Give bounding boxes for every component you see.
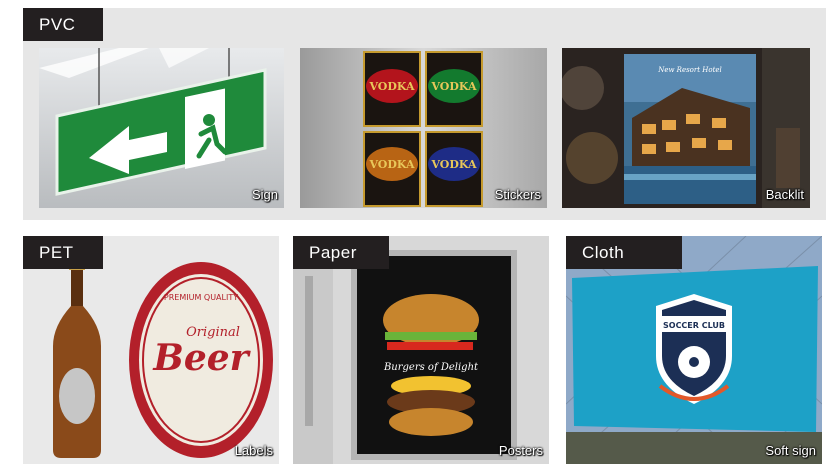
paper-posters-image: Burgers of Delight Posters [293,236,549,464]
sticker-text: VODKA [368,80,415,93]
backlit-poster-title: New Resort Hotel [657,66,722,74]
sticker-text: VODKA [430,158,477,171]
pvc-tag: PVC [23,8,103,41]
pvc-stickers-image: VODKA VODKA VODKA VODKA Stickers [300,48,547,208]
pvc-backlit-image: New Resort Hotel Backlit [562,48,810,208]
sticker-text: VODKA [368,158,415,171]
poster-script-text: Burgers of Delight [383,362,479,373]
caption-soft-sign: Soft sign [765,443,816,458]
caption-stickers: Stickers [494,187,541,202]
sticker-text: VODKA [430,80,477,93]
pet-tag: PET [23,236,103,269]
label-main-text: Beer [152,337,251,379]
paper-tag: Paper [293,236,389,269]
label-top-text: PREMIUM QUALITY [164,293,238,302]
pet-labels-image: PREMIUM QUALITY Original Beer Labels [23,236,279,464]
caption-backlit: Backlit [765,187,804,202]
cloth-tag: Cloth [566,236,682,269]
caption-sign: Sign [251,187,278,202]
cloth-softsign-image: SOCCER CLUB Soft sign [566,236,822,464]
caption-labels: Labels [234,443,273,458]
pvc-sign-image: Sign [39,48,284,208]
caption-posters: Posters [498,443,543,458]
badge-text: SOCCER CLUB [663,321,725,330]
